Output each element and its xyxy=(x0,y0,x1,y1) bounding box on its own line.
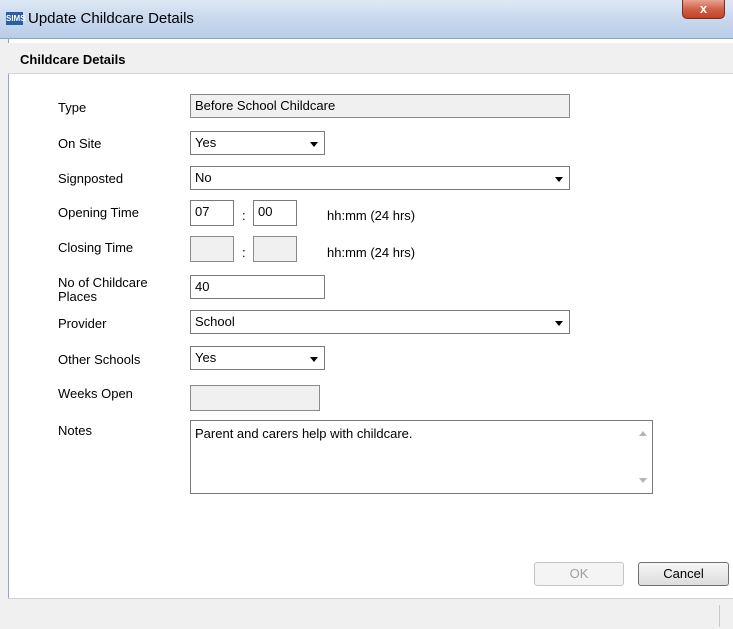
update-childcare-dialog: SIMS Update Childcare Details x Childcar… xyxy=(0,0,733,629)
section-header: Childcare Details xyxy=(8,43,733,74)
notes-label: Notes xyxy=(58,423,92,438)
closing-time-hint: hh:mm (24 hrs) xyxy=(327,245,416,260)
places-label-line2: Places xyxy=(58,289,98,304)
closing-minutes-input xyxy=(253,236,297,262)
scroll-up-icon[interactable] xyxy=(639,431,647,436)
weeks-open-field xyxy=(190,385,320,411)
window-title: Update Childcare Details xyxy=(28,10,194,27)
chevron-down-icon xyxy=(310,142,318,147)
on-site-select[interactable]: Yes xyxy=(190,131,325,155)
other-schools-label: Other Schools xyxy=(58,352,141,367)
places-label-line1: No of Childcare xyxy=(58,275,148,290)
other-schools-value: Yes xyxy=(195,350,217,365)
sims-app-icon: SIMS xyxy=(6,12,26,25)
on-site-value: Yes xyxy=(195,135,217,150)
notes-scrollbar[interactable] xyxy=(635,421,652,493)
ok-button[interactable]: OK xyxy=(534,562,624,586)
close-icon: x xyxy=(699,1,708,16)
closing-time-label: Closing Time xyxy=(58,240,134,255)
signposted-value: No xyxy=(195,170,212,185)
status-bar-divider xyxy=(719,605,720,627)
opening-hours-input[interactable]: 07 xyxy=(190,200,234,226)
closing-hours-input xyxy=(190,236,234,262)
cancel-button[interactable]: Cancel xyxy=(638,562,729,586)
opening-minutes-input[interactable]: 00 xyxy=(253,200,297,226)
title-bar[interactable]: SIMS Update Childcare Details x xyxy=(0,0,733,39)
notes-text: Parent and carers help with childcare. xyxy=(195,426,413,441)
places-input[interactable]: 40 xyxy=(190,275,325,299)
scroll-down-icon[interactable] xyxy=(639,478,647,483)
weeks-open-label: Weeks Open xyxy=(58,386,133,401)
opening-time-hint: hh:mm (24 hrs) xyxy=(327,208,416,223)
closing-time-separator: : xyxy=(242,245,246,260)
opening-time-label: Opening Time xyxy=(58,205,139,220)
close-button[interactable]: x xyxy=(682,0,725,19)
signposted-select[interactable]: No xyxy=(190,166,570,190)
type-field: Before School Childcare xyxy=(190,94,570,118)
type-label: Type xyxy=(58,100,87,115)
chevron-down-icon xyxy=(555,321,563,326)
status-bar xyxy=(8,598,733,629)
chevron-down-icon xyxy=(310,357,318,362)
provider-label: Provider xyxy=(58,316,107,331)
provider-select[interactable]: School xyxy=(190,310,570,334)
opening-time-separator: : xyxy=(242,208,246,223)
chevron-down-icon xyxy=(555,177,563,182)
signposted-label: Signposted xyxy=(58,171,124,186)
places-label: No of Childcare Places xyxy=(58,276,148,304)
section-title: Childcare Details xyxy=(20,52,126,67)
notes-textarea[interactable]: Parent and carers help with childcare. xyxy=(190,420,653,494)
other-schools-select[interactable]: Yes xyxy=(190,346,325,370)
on-site-label: On Site xyxy=(58,136,102,151)
provider-value: School xyxy=(195,314,235,329)
